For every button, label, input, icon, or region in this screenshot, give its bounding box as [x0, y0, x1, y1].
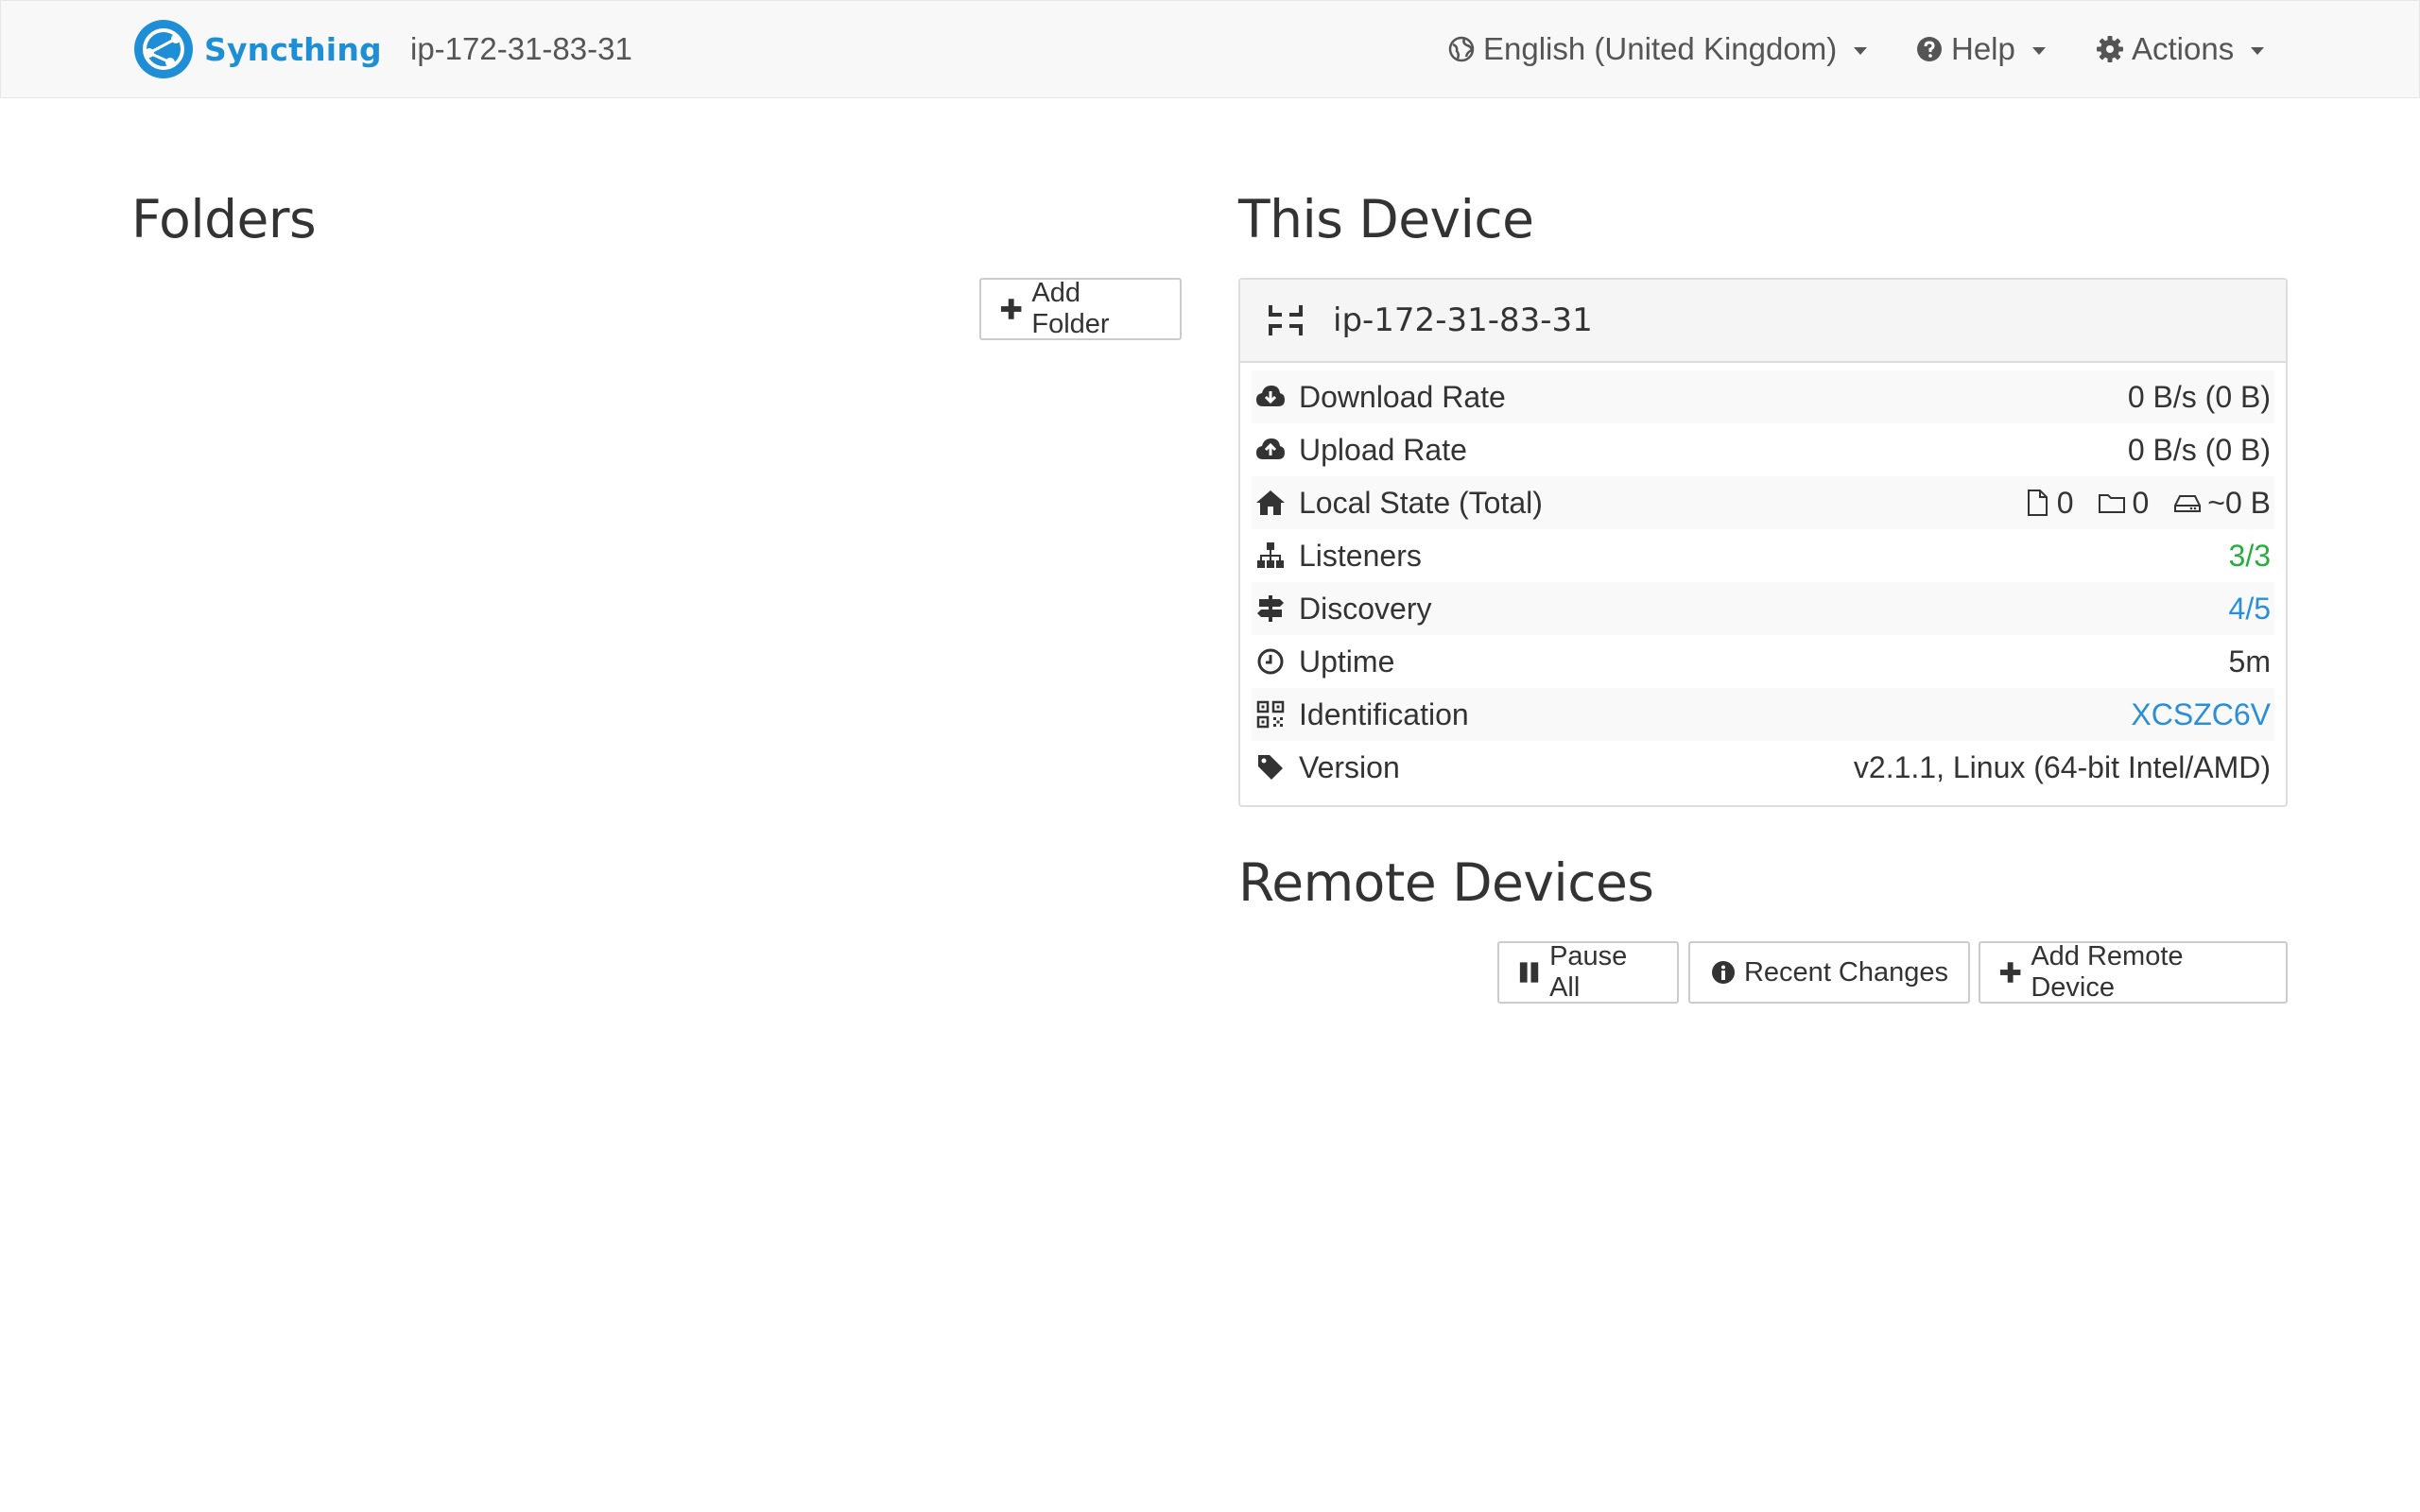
- row-label: Upload Rate: [1299, 432, 1467, 467]
- device-id-link[interactable]: XCSZC6V: [2131, 697, 2271, 732]
- table-row-identification: Identification XCSZC6V: [1252, 688, 2274, 741]
- syncthing-logo-icon: [134, 20, 193, 78]
- row-label: Version: [1299, 749, 1400, 784]
- add-folder-label: Add Folder: [1031, 278, 1110, 339]
- clock-icon: [1257, 648, 1284, 675]
- this-device-heading: This Device: [1238, 189, 1534, 249]
- qrcode-icon: [1256, 700, 1285, 729]
- table-row-local-state: Local State (Total) 0 0 ~0 B: [1252, 476, 2274, 529]
- navbar: Syncthing ip-172-31-83-31 English (Unite…: [0, 0, 2420, 98]
- folder-icon: [2099, 494, 2126, 513]
- row-label: Identification: [1299, 696, 1469, 731]
- table-row-discovery: Discovery 4/5: [1252, 582, 2274, 635]
- chevron-down-icon: [1854, 47, 1868, 55]
- home-icon: [1256, 490, 1285, 515]
- tag-icon: [1258, 755, 1283, 780]
- question-circle-icon: [1917, 37, 1942, 61]
- chevron-down-icon: [2251, 47, 2265, 55]
- remote-devices-heading: Remote Devices: [1238, 852, 1654, 913]
- signpost-icon: [1257, 595, 1284, 622]
- version-value: v2.1.1, Linux (64-bit Intel/AMD): [1853, 749, 2271, 784]
- local-files-count: 0: [2056, 485, 2074, 520]
- upload-rate-value: 0 B/s (0 B): [2127, 432, 2271, 467]
- uptime-value: 5m: [2228, 644, 2271, 679]
- chevron-down-icon: [2031, 47, 2046, 55]
- pause-all-button[interactable]: Pause All: [1497, 941, 1679, 1004]
- discovery-value[interactable]: 4/5: [2229, 592, 2271, 627]
- row-label: Local State (Total): [1299, 485, 1543, 520]
- help-label: Help: [1951, 31, 2015, 66]
- this-device-panel: ip-172-31-83-31 Download Rate 0 B/s (0 B…: [1238, 278, 2288, 807]
- table-row-version: Version v2.1.1, Linux (64-bit Intel/AMD): [1252, 741, 2274, 794]
- actions-label: Actions: [2132, 31, 2235, 66]
- file-icon: [2027, 490, 2048, 516]
- globe-icon: [1448, 36, 1475, 62]
- hdd-icon: [2174, 495, 2202, 512]
- add-remote-device-label: Add Remote Device: [2031, 941, 2184, 1003]
- table-row-listeners: Listeners 3/3: [1252, 529, 2274, 582]
- row-label: Discovery: [1299, 591, 1432, 626]
- row-label: Download Rate: [1299, 379, 1506, 414]
- pause-all-label: Pause All: [1549, 941, 1628, 1003]
- table-row-download-rate: Download Rate 0 B/s (0 B): [1252, 370, 2274, 423]
- row-label: Uptime: [1299, 644, 1395, 679]
- compress-icon: [1269, 305, 1303, 335]
- help-menu[interactable]: Help: [1915, 31, 2046, 67]
- add-remote-device-button[interactable]: Add Remote Device: [1979, 941, 2288, 1004]
- add-folder-button[interactable]: Add Folder: [979, 278, 1182, 340]
- local-state-value: 0 0 ~0 B: [2023, 486, 2271, 521]
- row-label: Listeners: [1299, 538, 1422, 573]
- plus-icon: [1000, 299, 1022, 319]
- actions-menu[interactable]: Actions: [2096, 31, 2265, 67]
- plus-icon: [1999, 962, 2021, 983]
- brand-name: Syncthing: [204, 30, 382, 68]
- pause-icon: [1519, 962, 1539, 983]
- language-menu[interactable]: English (United Kingdom): [1447, 31, 1868, 67]
- this-device-panel-heading[interactable]: ip-172-31-83-31: [1240, 280, 2286, 363]
- folders-heading: Folders: [131, 189, 317, 249]
- cloud-upload-icon: [1256, 438, 1285, 459]
- cloud-download-icon: [1256, 386, 1285, 406]
- nav-device-name: ip-172-31-83-31: [410, 31, 632, 66]
- this-device-table: Download Rate 0 B/s (0 B) Upload Rate 0 …: [1240, 363, 2286, 794]
- this-device-name: ip-172-31-83-31: [1333, 301, 1593, 339]
- language-label: English (United Kingdom): [1483, 31, 1838, 66]
- local-size: ~0 B: [2207, 485, 2271, 520]
- gear-icon: [2097, 36, 2123, 62]
- table-row-upload-rate: Upload Rate 0 B/s (0 B): [1252, 423, 2274, 476]
- recent-changes-button[interactable]: Recent Changes: [1688, 941, 1970, 1004]
- sitemap-icon: [1257, 542, 1284, 568]
- recent-changes-label: Recent Changes: [1743, 956, 1949, 988]
- local-folders-count: 0: [2132, 485, 2150, 520]
- listeners-value[interactable]: 3/3: [2229, 539, 2271, 574]
- download-rate-value: 0 B/s (0 B): [2127, 379, 2271, 414]
- table-row-uptime: Uptime 5m: [1252, 635, 2274, 688]
- brand-link[interactable]: Syncthing: [132, 18, 382, 80]
- info-circle-icon: [1711, 961, 1735, 984]
